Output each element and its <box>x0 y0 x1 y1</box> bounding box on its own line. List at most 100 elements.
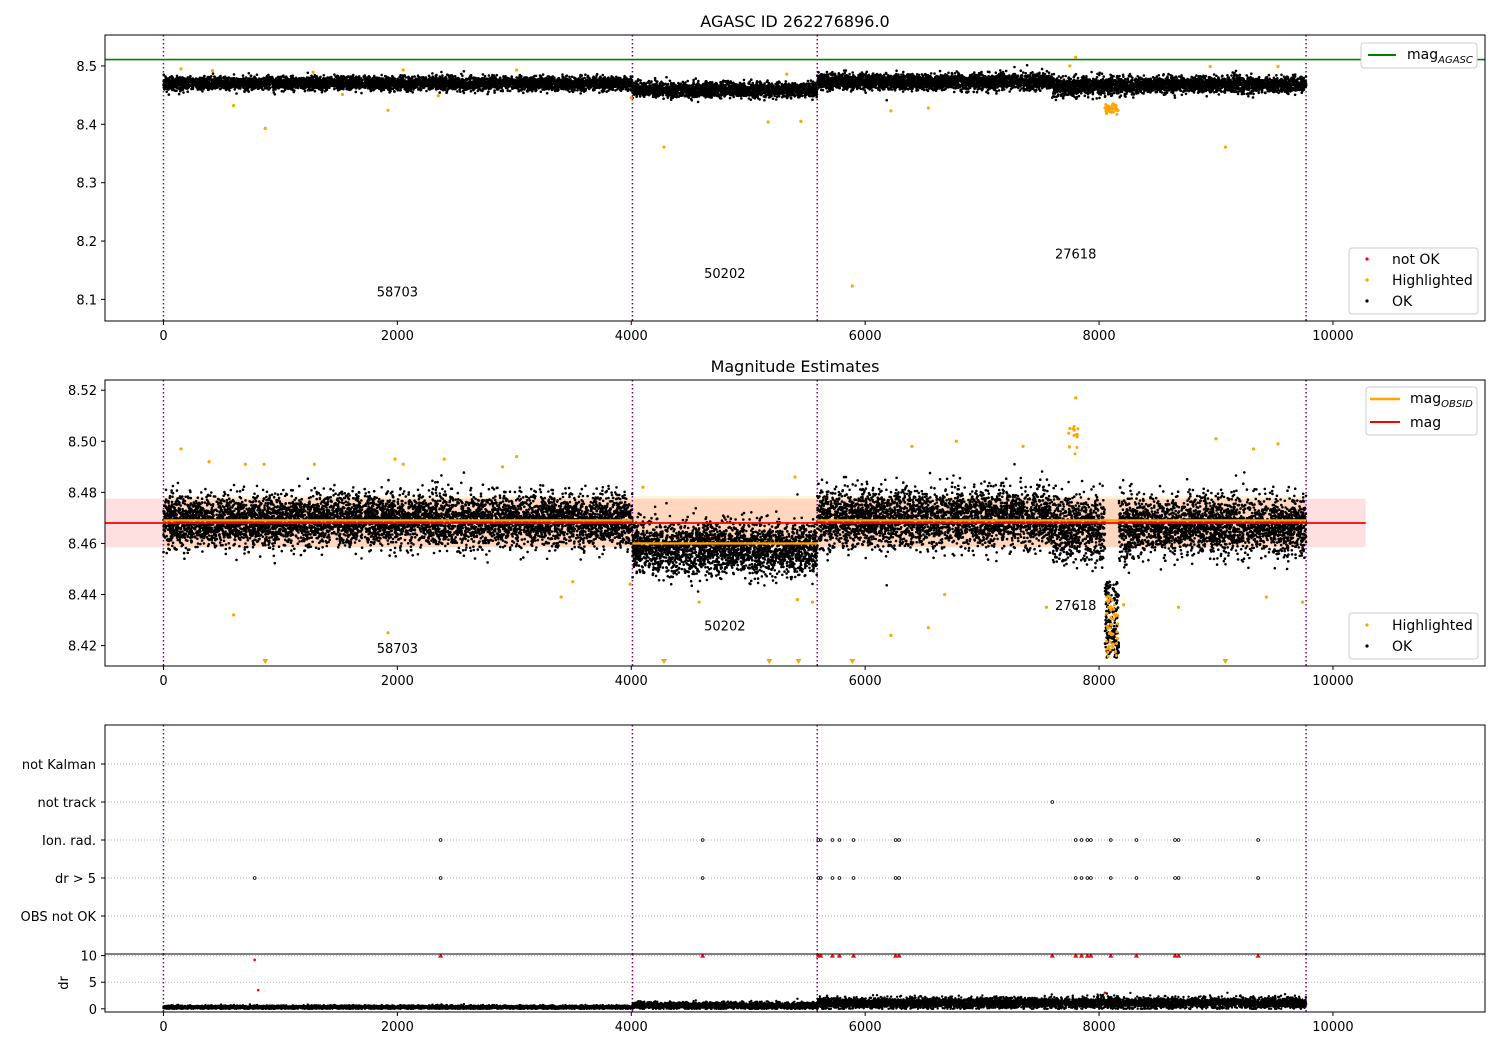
p1-ok-point <box>582 90 586 93</box>
p1-ok-point <box>586 76 589 79</box>
panel-agasc-magnitude: AGASC ID 262276896.0 5870350202276188.18… <box>76 12 1486 344</box>
p1-ok-point <box>167 77 170 80</box>
p1-ok-point <box>499 89 503 93</box>
p1-ok-point <box>556 80 560 83</box>
p1-ok-point <box>449 76 453 80</box>
p1-ok-point <box>206 75 209 79</box>
p1-ok-point <box>280 89 284 93</box>
p1-ok-point <box>348 87 352 91</box>
p1-ok-point <box>181 88 185 91</box>
p1-ok-point <box>552 88 556 91</box>
p1-ok-point <box>203 74 206 78</box>
p1-ok-point <box>601 73 605 77</box>
p1-ok-point <box>289 87 293 91</box>
p1-ok-point <box>519 81 522 84</box>
p1-ok-point <box>333 87 336 91</box>
p1-ok-point <box>460 72 463 76</box>
p1-ok-point <box>239 87 242 90</box>
panel-title-agasc: AGASC ID 262276896.0 <box>700 12 889 31</box>
p1-ok-point <box>506 89 510 92</box>
p1-ok-point <box>438 91 442 94</box>
p1-ok-point <box>163 84 167 88</box>
p1-ok-point <box>527 84 530 88</box>
p1-ok-point <box>576 89 579 92</box>
figure: AGASC ID 262276896.0 5870350202276188.18… <box>21 12 1486 1035</box>
p1-ok-point <box>511 87 514 90</box>
p1-ok-point <box>579 92 582 95</box>
p1-ok-point <box>164 81 167 85</box>
p1-ok-point <box>480 77 484 80</box>
p1-ok-point <box>593 88 596 92</box>
p1-ok-point <box>393 90 396 93</box>
p1-ok-point <box>315 74 318 78</box>
p1-ok-point <box>182 91 185 94</box>
p1-ok-point <box>322 74 326 77</box>
p1-ok-point <box>487 74 491 77</box>
p1-ok-point <box>473 91 477 95</box>
p1-ok-point <box>202 79 205 82</box>
p1-ok-point <box>209 75 212 79</box>
p1-ok-point <box>573 88 576 92</box>
p1-ok-point <box>630 75 634 78</box>
p1-ok-point <box>456 90 459 93</box>
p1-ok-point <box>334 75 337 78</box>
p1-ok-point <box>570 89 574 92</box>
p1-ok-point <box>518 73 522 77</box>
p1-ok-point <box>412 88 415 91</box>
p1-ok-point <box>167 93 171 96</box>
p1-ok-point <box>413 75 416 78</box>
p1-ok-point <box>380 73 384 77</box>
p1-ok-point <box>232 73 236 76</box>
p1-ok-point <box>186 90 189 93</box>
p1-ok-point <box>538 74 542 77</box>
plot-area: 587035020227618 <box>105 35 1485 321</box>
p1-ok-point <box>291 74 295 78</box>
p1-ok-point <box>165 87 169 90</box>
p1-ok-point <box>483 74 487 78</box>
p1-ok-point <box>541 88 544 91</box>
p1-ok-point <box>321 89 324 92</box>
p1-ok-point <box>241 74 245 77</box>
p1-ok-point <box>522 77 525 81</box>
p1-ok-point <box>481 73 485 76</box>
p1-ok-point <box>431 75 435 78</box>
p1-ok-point <box>175 89 178 93</box>
p1-ok-point <box>267 80 270 83</box>
p1-ok-point <box>446 73 449 76</box>
p1-ok-point <box>409 87 413 90</box>
p1-ok-point <box>256 87 260 90</box>
p1-ok-point <box>417 75 421 79</box>
p1-ok-point <box>284 78 288 82</box>
p1-ok-point <box>398 89 402 92</box>
p1-ok-point <box>425 89 428 93</box>
p1-ok-point <box>275 77 279 80</box>
p1-ok-point <box>303 80 307 84</box>
p1-ok-point <box>459 90 462 93</box>
p1-ok-point <box>187 76 191 79</box>
p1-ok-point <box>229 80 233 83</box>
p1-ok-point <box>201 90 204 93</box>
p1-ok-point <box>575 85 579 89</box>
p1-ok-point <box>431 72 434 75</box>
p1-ok-point <box>177 92 181 96</box>
p1-ok-point <box>461 89 465 93</box>
p1-ok-point <box>342 76 346 80</box>
p1-ok-point <box>537 78 540 82</box>
p1-ok-point <box>444 75 448 79</box>
p1-ok-point <box>218 87 222 91</box>
p1-ok-point <box>614 89 617 92</box>
p1-ok-point <box>279 75 283 78</box>
p1-ok-point <box>255 73 259 76</box>
p1-ok-point <box>506 82 509 85</box>
p1-ok-point <box>462 70 466 73</box>
p1-ok-point <box>358 87 361 90</box>
p1-ok-point <box>398 75 402 79</box>
p1-ok-point <box>442 81 446 85</box>
p1-ok-point <box>372 74 376 78</box>
p1-ok-point <box>232 77 235 80</box>
p1-ok-point <box>508 89 512 93</box>
p1-ok-point <box>385 75 388 78</box>
p1-ok-point <box>247 72 251 75</box>
p1-ok-point <box>303 89 307 93</box>
p1-ok-point <box>493 89 496 92</box>
